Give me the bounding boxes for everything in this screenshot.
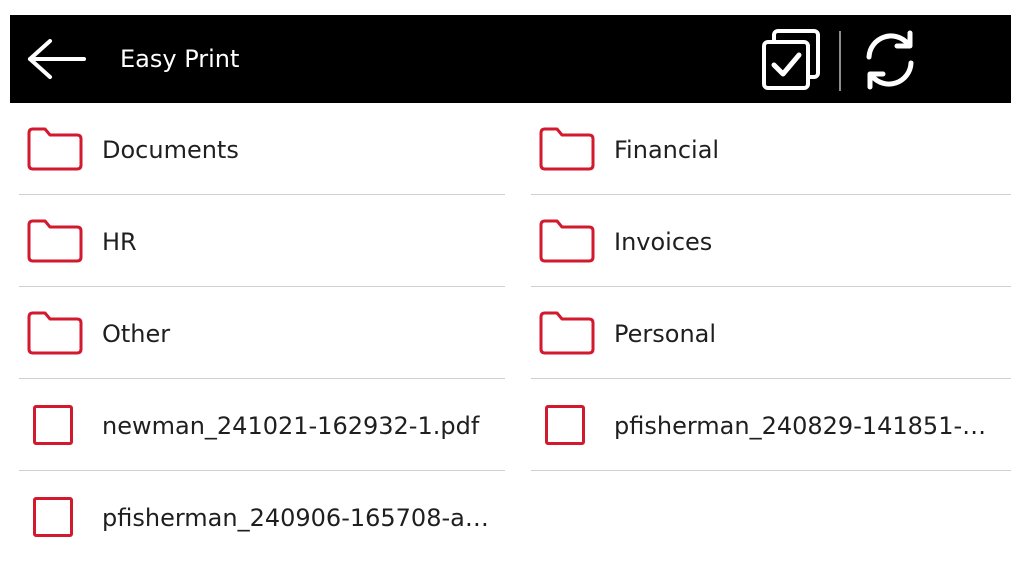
- folder-item-invoices[interactable]: Invoices: [531, 195, 1011, 287]
- item-label: pfisherman_240906-165708-a…: [102, 504, 489, 532]
- item-label: Other: [102, 320, 171, 348]
- select-all-button[interactable]: [759, 27, 825, 91]
- folder-item-hr[interactable]: HR: [19, 195, 505, 287]
- file-item-pfisherman-240829[interactable]: pfisherman_240829-141851-…: [531, 379, 1011, 471]
- file-item-newman-pdf[interactable]: newman_241021-162932-1.pdf: [19, 379, 505, 471]
- folder-icon: [27, 127, 83, 171]
- file-list: Documents Financial HR Invoices Other Pe…: [0, 103, 1011, 561]
- item-label: Personal: [614, 320, 717, 348]
- header-divider: [839, 31, 841, 91]
- easy-print-screen: Easy Print Documents Financial HR Invoic…: [0, 0, 1011, 561]
- item-label: pfisherman_240829-141851-…: [614, 412, 987, 440]
- folder-item-documents[interactable]: Documents: [19, 103, 505, 195]
- header-bar: Easy Print: [10, 15, 1011, 103]
- back-button[interactable]: [24, 37, 88, 81]
- folder-item-financial[interactable]: Financial: [531, 103, 1011, 195]
- folder-icon: [27, 311, 83, 355]
- folder-icon: [539, 219, 595, 263]
- folder-icon: [539, 311, 595, 355]
- folder-item-personal[interactable]: Personal: [531, 287, 1011, 379]
- row-separator: [531, 470, 1011, 471]
- item-label: Documents: [102, 136, 239, 164]
- select-all-checkbox-icon: [762, 29, 820, 90]
- item-label: HR: [102, 228, 137, 256]
- folder-icon: [539, 127, 595, 171]
- page-title: Easy Print: [120, 45, 240, 73]
- folder-icon: [27, 219, 83, 263]
- checkbox-icon[interactable]: [33, 497, 73, 537]
- item-label: newman_241021-162932-1.pdf: [102, 412, 480, 440]
- folder-item-other[interactable]: Other: [19, 287, 505, 379]
- refresh-button[interactable]: [856, 26, 924, 94]
- checkbox-icon[interactable]: [545, 405, 585, 445]
- checkbox-icon[interactable]: [33, 405, 73, 445]
- item-label: Financial: [614, 136, 720, 164]
- refresh-icon: [866, 30, 914, 90]
- item-label: Invoices: [614, 228, 713, 256]
- arrow-left-icon: [28, 39, 86, 79]
- file-item-pfisherman-240906[interactable]: pfisherman_240906-165708-a…: [19, 471, 505, 561]
